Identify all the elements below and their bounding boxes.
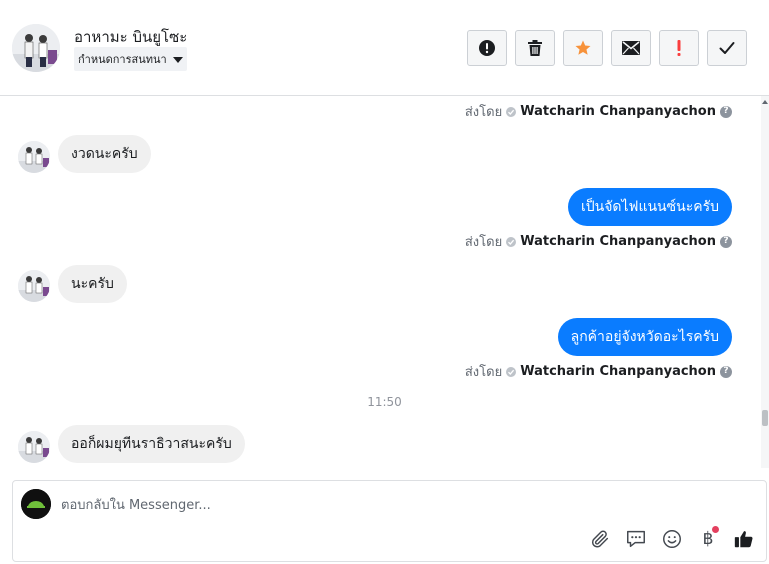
- attach-file-button[interactable]: [588, 527, 612, 551]
- sent-check-icon: [506, 236, 517, 247]
- smiley-icon: [663, 530, 681, 548]
- help-icon[interactable]: ?: [720, 235, 732, 248]
- alert-circle-icon: [479, 40, 495, 56]
- sent-check-icon: [506, 366, 517, 377]
- payment-button[interactable]: ฿: [696, 526, 720, 551]
- mark-spam-button[interactable]: [467, 30, 507, 66]
- sent-by-prefix: ส่งโดย: [464, 235, 503, 250]
- caret-down-icon: [172, 56, 183, 63]
- sender-name[interactable]: Watcharin Chanpanyachon: [520, 234, 716, 249]
- follow-up-button[interactable]: [659, 30, 699, 66]
- baht-icon: ฿: [702, 529, 714, 549]
- conversation-actions: [467, 30, 747, 66]
- scrollbar-thumb[interactable]: [762, 410, 768, 426]
- saved-replies-button[interactable]: [624, 527, 648, 551]
- sent-by-line: ส่งโดย Watcharin Chanpanyachon ?: [465, 361, 732, 382]
- message-thread[interactable]: ส่งโดย Watcharin Chanpanyachon ? งวดนะคร…: [0, 96, 769, 468]
- sent-by-line: ส่งโดย Watcharin Chanpanyachon ?: [465, 101, 732, 122]
- sent-by-line: ส่งโดย Watcharin Chanpanyachon ?: [465, 231, 732, 252]
- star-button[interactable]: [563, 30, 603, 66]
- chat-bubble-icon: [627, 530, 645, 548]
- mark-done-button[interactable]: [707, 30, 747, 66]
- message-timestamp: 11:50: [367, 395, 402, 409]
- exclamation-icon: [677, 40, 681, 56]
- contact-name: อาหามะ บินยูโซะ: [74, 28, 188, 46]
- mark-unread-button[interactable]: [611, 30, 651, 66]
- reply-composer: ฿: [12, 480, 767, 562]
- label-dropdown-text: กำหนดการสนทนา: [78, 53, 167, 66]
- incoming-message[interactable]: งวดนะครับ: [58, 135, 151, 173]
- incoming-message[interactable]: นะครับ: [58, 265, 127, 303]
- reply-input[interactable]: [61, 495, 581, 515]
- like-button[interactable]: [732, 527, 756, 551]
- scroll-up-arrow-icon[interactable]: [762, 100, 768, 104]
- contact-avatar[interactable]: [12, 24, 60, 72]
- help-icon[interactable]: ?: [720, 365, 732, 378]
- sender-name[interactable]: Watcharin Chanpanyachon: [520, 104, 716, 119]
- sender-name[interactable]: Watcharin Chanpanyachon: [520, 364, 716, 379]
- trash-icon: [528, 40, 542, 56]
- emoji-button[interactable]: [660, 527, 684, 551]
- paperclip-icon: [591, 530, 609, 548]
- sent-by-prefix: ส่งโดย: [464, 105, 503, 120]
- conversation-header: อาหามะ บินยูโซะ กำหนดการสนทนา: [0, 0, 769, 96]
- delete-button[interactable]: [515, 30, 555, 66]
- contact-message-avatar[interactable]: [18, 141, 50, 173]
- conversation-label-dropdown[interactable]: กำหนดการสนทนา: [74, 47, 187, 71]
- outgoing-message[interactable]: ลูกค้าอยู่จังหวัดอะไรครับ: [557, 318, 732, 356]
- incoming-message[interactable]: ออก็ผมยุทีนราธิวาสนะครับ: [58, 425, 245, 463]
- composer-tools: ฿: [588, 526, 756, 551]
- help-icon[interactable]: ?: [720, 105, 732, 118]
- thread-scrollbar[interactable]: [761, 96, 769, 468]
- checkmark-icon: [719, 42, 735, 54]
- page-avatar: [21, 489, 51, 519]
- contact-message-avatar[interactable]: [18, 270, 50, 302]
- notification-dot: [712, 526, 719, 533]
- contact-message-avatar[interactable]: [18, 431, 50, 463]
- thumbs-up-icon: [734, 531, 753, 548]
- star-icon: [575, 40, 591, 55]
- sent-check-icon: [506, 106, 517, 117]
- outgoing-message[interactable]: เป็นจัดไฟแนนซ์นะครับ: [567, 188, 732, 226]
- envelope-icon: [622, 41, 640, 55]
- sent-by-prefix: ส่งโดย: [464, 365, 503, 380]
